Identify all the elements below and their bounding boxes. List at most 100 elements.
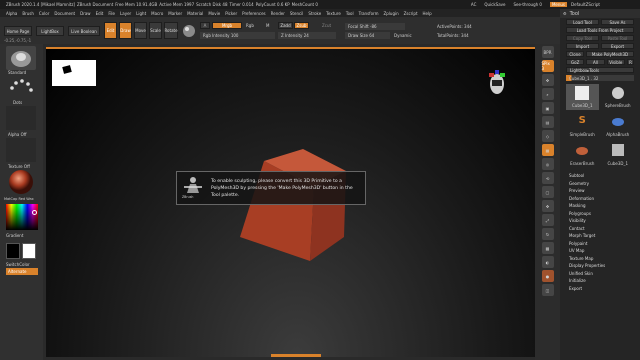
move-mode-button[interactable]: Move	[134, 22, 147, 39]
subpalette-polygroups[interactable]: Polygroups	[560, 210, 640, 218]
color-picker[interactable]	[6, 204, 38, 230]
a-button[interactable]: A	[200, 22, 210, 29]
rgb-toggle[interactable]: Rgb	[246, 23, 254, 28]
menu-draw[interactable]: Draw	[80, 11, 90, 16]
title-right[interactable]: AC	[471, 2, 476, 7]
quicksave-button[interactable]: QuickSave	[484, 2, 505, 7]
visible-button[interactable]: Visible	[606, 59, 625, 65]
see-through-slider[interactable]: See-through 0	[514, 2, 542, 7]
home-page-button[interactable]: Home Page	[4, 26, 32, 36]
lightbox-button[interactable]: LightBox	[36, 26, 64, 36]
tool-thumb-cube[interactable]: Cube3D_1	[566, 84, 599, 110]
dynamic-button[interactable]: Dynamic	[394, 33, 412, 38]
tool-thumb-simple[interactable]: S SimpleBrush	[566, 113, 599, 139]
subpalette-subtool[interactable]: Subtool	[560, 172, 640, 180]
canvas-scroll-indicator[interactable]	[271, 354, 321, 357]
lightbox-tools-button[interactable]: Lightbox▸Tools	[566, 67, 634, 73]
stroke-thumbnail[interactable]	[6, 76, 36, 98]
menu-zplugin[interactable]: Zplugin	[384, 11, 399, 16]
texture-thumbnail[interactable]	[6, 138, 36, 162]
all-button[interactable]: All	[586, 59, 605, 65]
make-polymesh3d-button[interactable]: Make PolyMesh3D	[586, 51, 634, 57]
tool-thumb-eraser[interactable]: EraserBrush	[566, 142, 599, 168]
r-button[interactable]: R	[626, 59, 634, 65]
secondary-color-swatch[interactable]	[22, 243, 36, 259]
rotate-mode-button[interactable]: Rotate	[164, 22, 178, 39]
menu-stroke[interactable]: Stroke	[308, 11, 321, 16]
document-canvas[interactable]: ZBrush To enable sculpting, please conve…	[46, 47, 548, 357]
zadd-button[interactable]: Zadd	[278, 22, 293, 29]
menu-help[interactable]: Help	[423, 11, 432, 16]
zcut-toggle[interactable]: Zcut	[322, 23, 331, 28]
draw-mode-button[interactable]: Draw	[119, 22, 132, 39]
line-fill-button[interactable]: ▩	[541, 242, 554, 254]
menu-zscript[interactable]: Zscript	[404, 11, 418, 16]
material-thumbnail[interactable]	[6, 169, 36, 195]
menu-file[interactable]: File	[108, 11, 115, 16]
transp-button[interactable]: ◐	[541, 256, 554, 268]
tool-thumb-cube-small[interactable]: Cube3D_1	[602, 142, 635, 168]
xyz-button[interactable]: ⟲	[541, 172, 554, 184]
frame-button[interactable]: ▢	[541, 186, 554, 198]
menu-alpha[interactable]: Alpha	[6, 11, 17, 16]
bpr-button[interactable]: BPR	[541, 46, 554, 58]
default-zscript-button[interactable]: DefaultZScript	[571, 2, 600, 7]
copy-tool-button[interactable]: Copy Tool	[566, 35, 599, 41]
solo-button[interactable]: ●	[541, 270, 554, 282]
xpose-button[interactable]: ◫	[541, 284, 554, 296]
draw-size-slider[interactable]: Draw Size 64	[345, 32, 390, 39]
tool-slider[interactable]: Cube3D_1 . 32	[566, 75, 634, 81]
material-sphere-icon[interactable]	[182, 24, 196, 38]
subpalette-uv-map[interactable]: UV Map	[560, 247, 640, 255]
menu-material[interactable]: Material	[187, 11, 203, 16]
subpalette-initialize[interactable]: Initialize	[560, 277, 640, 285]
navigator-thumbnail[interactable]	[52, 60, 96, 86]
tool-palette-header[interactable]: ⚙ Tool	[560, 9, 640, 18]
spix-button[interactable]: SPix 3	[541, 60, 554, 72]
export-button[interactable]: Export	[601, 43, 634, 49]
subpalette-morph-target[interactable]: Morph Target	[560, 232, 640, 240]
clone-button[interactable]: Clone	[566, 51, 584, 57]
subpalette-contact[interactable]: Contact	[560, 225, 640, 233]
save-as-button[interactable]: Save As	[601, 19, 634, 25]
zsub-button[interactable]: Zsub	[294, 22, 309, 29]
menu-light[interactable]: Light	[136, 11, 146, 16]
menu-picker[interactable]: Picker	[225, 11, 237, 16]
menu-movie[interactable]: Movie	[208, 11, 220, 16]
view-gyro[interactable]	[487, 70, 507, 96]
main-color-swatch[interactable]	[6, 243, 20, 259]
subpalette-deformation[interactable]: Deformation	[560, 195, 640, 203]
move-button[interactable]: ✥	[541, 200, 554, 212]
menu-color[interactable]: Color	[39, 11, 49, 16]
brush-thumbnail[interactable]	[6, 46, 36, 70]
tool-thumb-sphere[interactable]: SphereBrush	[602, 84, 635, 110]
menu-macro[interactable]: Macro	[151, 11, 163, 16]
alpha-thumbnail[interactable]	[6, 106, 36, 130]
focal-shift-slider[interactable]: Focal Shift -86	[345, 23, 405, 30]
load-tools-from-project-button[interactable]: Load Tools From Project	[566, 27, 634, 33]
zoom-button[interactable]: ⌕	[541, 88, 554, 100]
actual-button[interactable]: ▣	[541, 102, 554, 114]
menu-render[interactable]: Render	[271, 11, 285, 16]
import-button[interactable]: Import	[566, 43, 599, 49]
local-button[interactable]: ◎	[541, 158, 554, 170]
subpalette-masking[interactable]: Masking	[560, 202, 640, 210]
menu-texture[interactable]: Texture	[326, 11, 341, 16]
aahalf-button[interactable]: ▤	[541, 116, 554, 128]
m-toggle[interactable]: M	[266, 23, 269, 28]
dynamic-persp-button[interactable]: ◇	[541, 130, 554, 142]
menu-marker[interactable]: Marker	[168, 11, 182, 16]
rgb-intensity-slider[interactable]: Rgb Intensity 100	[200, 32, 275, 39]
scale-mode-button[interactable]: Scale	[149, 22, 162, 39]
menu-document[interactable]: Document	[54, 11, 75, 16]
subpalette-geometry[interactable]: Geometry	[560, 180, 640, 188]
menu-preferences[interactable]: Preferences	[242, 11, 266, 16]
subpalette-unified-skin[interactable]: Unified Skin	[560, 270, 640, 278]
subpalette-export[interactable]: Export	[560, 285, 640, 293]
floor-button[interactable]: ▦	[541, 144, 554, 156]
menu-edit[interactable]: Edit	[96, 11, 104, 16]
subpalette-display-properties[interactable]: Display Properties	[560, 262, 640, 270]
edit-mode-button[interactable]: Edit	[104, 22, 117, 39]
z-intensity-slider[interactable]: Z Intensity 24	[278, 32, 336, 39]
scroll-button[interactable]: ✥	[541, 74, 554, 86]
